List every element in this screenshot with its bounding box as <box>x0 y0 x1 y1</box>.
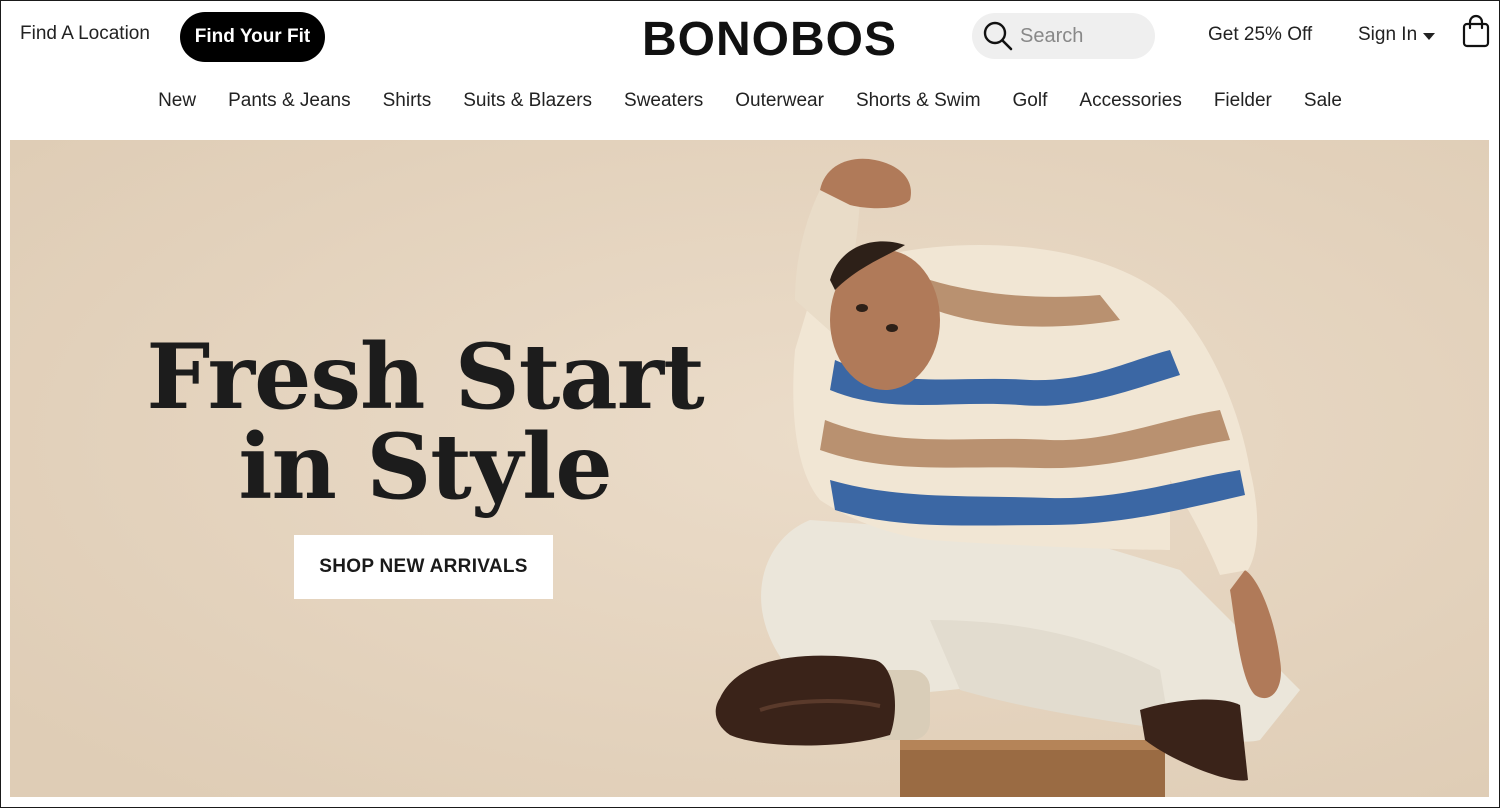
nav-item-sale[interactable]: Sale <box>1304 86 1342 118</box>
search-icon[interactable] <box>982 20 1014 52</box>
hero-title-line2: in Style <box>238 414 612 520</box>
promo-link[interactable]: Get 25% Off <box>1208 24 1312 46</box>
shopping-bag-icon[interactable] <box>1462 14 1490 48</box>
nav-item-pants-jeans[interactable]: Pants & Jeans <box>228 86 351 118</box>
nav-item-shirts[interactable]: Shirts <box>383 86 432 118</box>
nav-item-shorts-swim[interactable]: Shorts & Swim <box>856 86 981 118</box>
nav-item-outerwear[interactable]: Outerwear <box>735 86 824 118</box>
nav-item-accessories[interactable]: Accessories <box>1079 86 1181 118</box>
hero-title-line1: Fresh Start <box>146 324 704 430</box>
nav-item-sweaters[interactable]: Sweaters <box>624 86 703 118</box>
sign-in-label: Sign In <box>1358 24 1418 45</box>
nav-item-suits-blazers[interactable]: Suits & Blazers <box>463 86 592 118</box>
find-your-fit-button[interactable]: Find Your Fit <box>180 12 325 62</box>
caret-down-icon <box>1423 32 1436 40</box>
find-location-link[interactable]: Find A Location <box>20 23 150 45</box>
top-bar: Find A Location Find Your Fit BONOBOS Ge… <box>0 0 1500 72</box>
hero-banner[interactable]: Fresh Start in Style SHOP NEW ARRIVALS <box>10 140 1489 797</box>
nav-item-golf[interactable]: Golf <box>1013 86 1048 118</box>
sign-in-menu[interactable]: Sign In <box>1358 24 1436 46</box>
category-nav: New Pants & Jeans Shirts Suits & Blazers… <box>0 86 1500 118</box>
nav-item-fielder[interactable]: Fielder <box>1214 86 1272 118</box>
search-bar[interactable] <box>972 13 1155 59</box>
shop-new-arrivals-button[interactable]: SHOP NEW ARRIVALS <box>294 535 553 599</box>
brand-logo[interactable]: BONOBOS <box>642 12 897 67</box>
hero-title: Fresh Start in Style <box>125 332 725 512</box>
nav-item-new[interactable]: New <box>158 86 196 118</box>
search-input[interactable] <box>1020 21 1145 51</box>
hero-model-image <box>715 158 1300 797</box>
